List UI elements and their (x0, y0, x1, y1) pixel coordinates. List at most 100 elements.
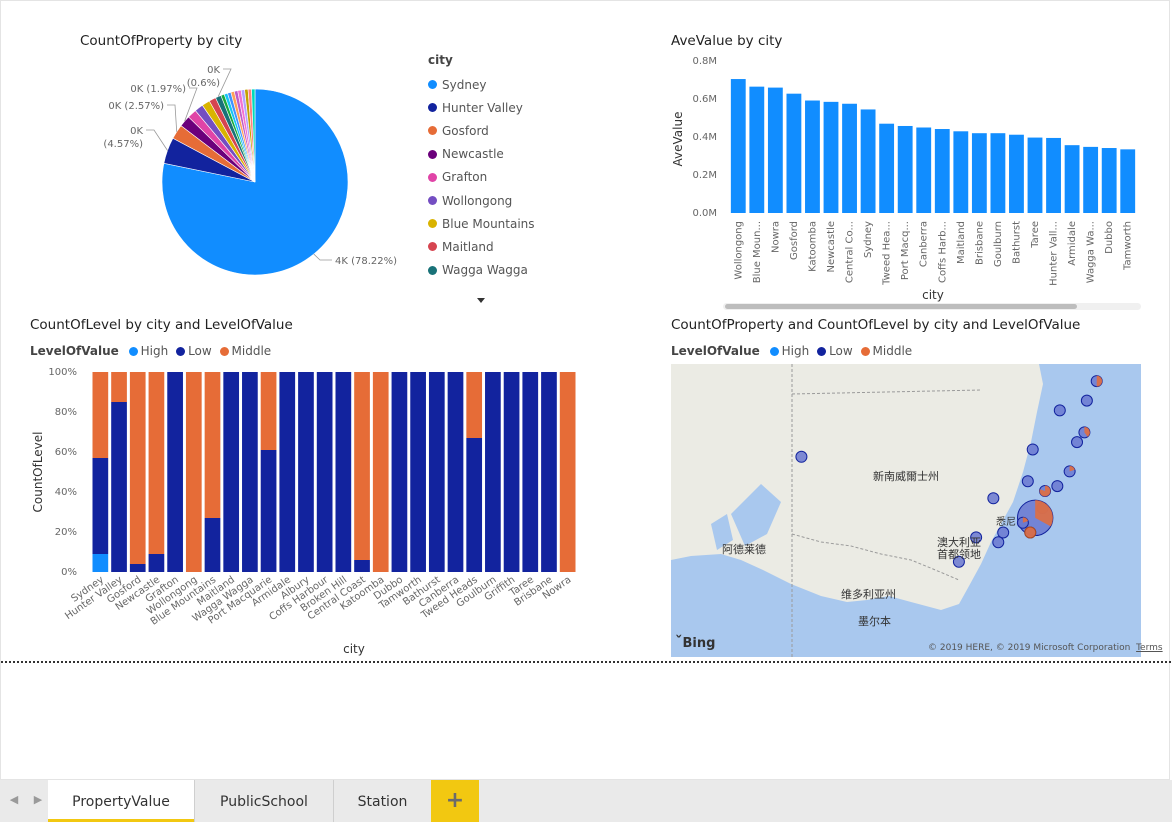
bar[interactable] (860, 109, 876, 213)
bar[interactable] (1101, 148, 1117, 213)
bar[interactable] (1027, 137, 1043, 213)
bar[interactable] (823, 101, 839, 213)
stacked-bar-chart[interactable]: 0%20%40%60%80%100%SydneyHunter ValleyGos… (21, 361, 591, 661)
map[interactable] (671, 364, 1141, 657)
map-bubble[interactable] (987, 492, 1000, 505)
map-bubble[interactable] (1063, 465, 1076, 478)
map-bubble[interactable] (795, 450, 808, 463)
bar[interactable] (1046, 137, 1061, 213)
map-legend-item-high[interactable]: High (769, 344, 809, 358)
bar-chart[interactable]: 0.0M 0.2M 0.4M 0.6M 0.8M Wollongong Blue Moun.… (661, 49, 1151, 311)
map-bubble[interactable] (1051, 480, 1064, 493)
stack-segment-middle[interactable] (204, 372, 221, 518)
map-terms-link[interactable]: Terms (1136, 643, 1163, 653)
stack-segment-middle[interactable] (466, 372, 483, 438)
stack-segment-low[interactable] (298, 372, 314, 572)
stack-segment-middle[interactable] (185, 372, 202, 572)
bar[interactable] (805, 100, 820, 213)
stack-segment-low[interactable] (335, 372, 352, 572)
map-bubble[interactable] (1016, 516, 1029, 529)
stack-segment-low[interactable] (279, 372, 296, 572)
pie-legend-item[interactable]: Maitland (428, 235, 535, 258)
stack-segment-low[interactable] (148, 554, 165, 572)
bar-chart-scrollbar-thumb[interactable] (725, 304, 1077, 309)
map-bubble[interactable] (1080, 394, 1093, 407)
pie-legend-item[interactable]: Gosford (428, 119, 535, 142)
bar[interactable] (971, 133, 987, 213)
bar[interactable] (767, 87, 783, 213)
map-bubble[interactable] (1024, 526, 1037, 539)
tab-publicschool[interactable]: PublicSchool (195, 780, 333, 822)
map-bubble[interactable] (992, 536, 1005, 549)
stack-segment-middle[interactable] (354, 372, 370, 560)
bar[interactable] (990, 133, 1006, 213)
map-bubble[interactable] (1039, 484, 1052, 497)
pie-legend-item[interactable]: Wagga Wagga (428, 259, 535, 282)
bar[interactable] (1064, 145, 1080, 213)
tab-propertyvalue[interactable]: PropertyValue (48, 780, 194, 822)
map-bubble[interactable] (1026, 443, 1039, 456)
bar[interactable] (897, 125, 913, 213)
triangle-down-icon[interactable] (477, 298, 485, 303)
stack-segment-middle[interactable] (92, 372, 109, 458)
pie-legend-item[interactable]: Sydney (428, 73, 535, 96)
stack-segment-middle[interactable] (372, 372, 389, 572)
map-bubble[interactable] (1053, 404, 1066, 417)
stack-segment-low[interactable] (522, 372, 539, 572)
stack-segment-low[interactable] (485, 372, 501, 572)
stack-segment-low[interactable] (391, 372, 408, 572)
map-bubble[interactable] (1071, 436, 1084, 449)
bar[interactable] (1083, 146, 1099, 213)
stack-segment-middle[interactable] (129, 372, 146, 564)
bar[interactable] (1009, 134, 1024, 213)
bar[interactable] (879, 123, 895, 213)
stack-segment-low[interactable] (260, 450, 277, 572)
stack-segment-middle[interactable] (111, 372, 127, 402)
stack-segment-middle[interactable] (559, 372, 576, 572)
legend-item-low[interactable]: Low (176, 344, 212, 358)
bar[interactable] (953, 131, 969, 213)
legend-item-middle[interactable]: Middle (219, 344, 271, 358)
stack-segment-low[interactable] (410, 372, 426, 572)
pie-legend-item[interactable]: Hunter Valley (428, 96, 535, 119)
map-legend-item-middle[interactable]: Middle (860, 344, 912, 358)
stack-segment-low[interactable] (503, 372, 520, 572)
bar-chart-scrollbar[interactable] (723, 303, 1141, 310)
stack-segment-low[interactable] (541, 372, 557, 572)
bar[interactable] (730, 79, 746, 213)
map-bubble[interactable] (1078, 426, 1091, 439)
pie-legend-item[interactable]: Newcastle (428, 143, 535, 166)
legend-item-high[interactable]: High (128, 344, 168, 358)
stack-segment-low[interactable] (316, 372, 333, 572)
bar[interactable] (916, 127, 932, 214)
bar[interactable] (1120, 149, 1136, 213)
stack-segment-low[interactable] (223, 372, 240, 572)
stack-segment-low[interactable] (242, 372, 258, 572)
stack-segment-low[interactable] (428, 372, 445, 572)
stack-segment-low[interactable] (466, 438, 483, 572)
chevron-right-icon[interactable]: ▶ (30, 792, 46, 808)
map-legend-item-low[interactable]: Low (817, 344, 853, 358)
stack-segment-low[interactable] (167, 372, 183, 572)
pie-legend-item[interactable]: Blue Mountains (428, 212, 535, 235)
map-bubble[interactable] (997, 526, 1010, 539)
chevron-left-icon[interactable]: ◀ (6, 792, 22, 808)
bar[interactable] (749, 86, 765, 213)
pie-chart[interactable]: 4K (78.22%) 0K (4.57%) 0K (2.57%) 0K (1.97%)… (1, 51, 421, 291)
map-bubble[interactable] (1090, 375, 1103, 388)
bar[interactable] (786, 93, 802, 213)
stack-segment-low[interactable] (447, 372, 464, 572)
map-bubble[interactable] (1021, 475, 1034, 488)
stack-segment-low[interactable] (204, 518, 221, 572)
bar[interactable] (934, 129, 950, 213)
tab-station[interactable]: Station (334, 780, 431, 822)
stack-segment-low[interactable] (92, 458, 109, 554)
bar[interactable] (842, 103, 857, 213)
stack-segment-middle[interactable] (260, 372, 277, 450)
stack-segment-low[interactable] (129, 564, 146, 572)
stack-segment-middle[interactable] (148, 372, 165, 554)
pie-legend-item[interactable]: Wollongong (428, 189, 535, 212)
add-page-button[interactable]: + (431, 780, 479, 822)
stack-segment-low[interactable] (111, 402, 127, 572)
stack-segment-high[interactable] (92, 554, 109, 572)
